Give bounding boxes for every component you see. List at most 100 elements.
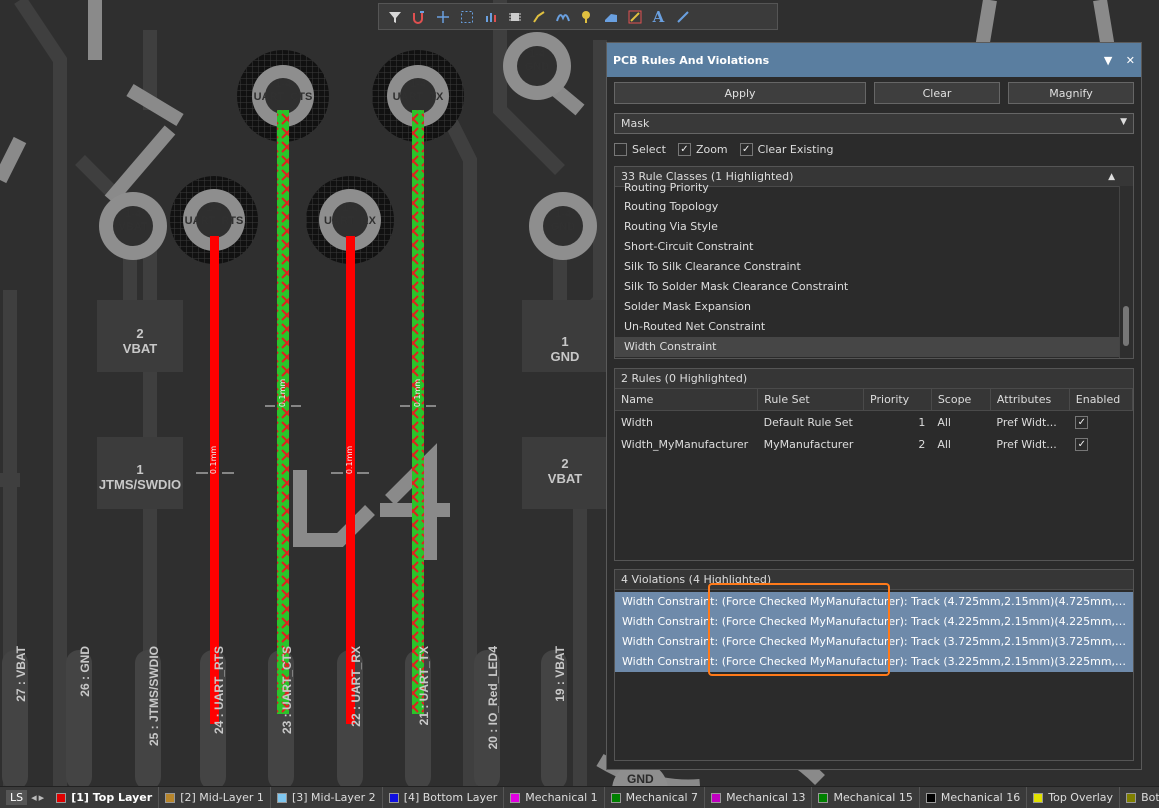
pad-number: 1-4 (410, 78, 426, 90)
layer-tab[interactable]: Mechanical 7 (605, 787, 706, 808)
layer-tab[interactable]: Mechanical 13 (705, 787, 813, 808)
pad-net: VBAT (118, 221, 148, 233)
smd-net: VBAT (122, 341, 158, 356)
clear-button[interactable]: Clear (874, 82, 1000, 104)
rules-cell-priority: 2 (918, 437, 926, 451)
rules-cell-attr: Pref Widt... (996, 437, 1057, 451)
layer-tab[interactable]: Top Overlay (1027, 787, 1121, 808)
panel-menu-icon[interactable]: ▼ (1104, 54, 1112, 67)
layer-color-swatch (510, 792, 521, 803)
mask-dropdown[interactable]: Mask ▼ (614, 113, 1134, 134)
rules-table-row[interactable]: Width Default Rule Set 1 All Pref Widt... ✓ (615, 411, 1133, 434)
rule-class-item[interactable]: Routing Priority (615, 182, 1133, 197)
rules-cell-scope: All (937, 437, 951, 451)
interactive-route-icon[interactable] (527, 6, 550, 28)
enabled-checkbox[interactable]: ✓ (1069, 433, 1132, 455)
pad-number: 1-4 (529, 48, 545, 60)
pcb-toolbar: A (378, 3, 778, 30)
rule-class-item[interactable]: Un-Routed Net Constraint (615, 317, 1133, 337)
panel-title-bar: PCB Rules And Violations ▼ ✕ (607, 43, 1141, 77)
layer-tabs-bar: LS ◂ ▸ [1] Top Layer [2] Mid-Layer 1 [3] M… (0, 786, 1159, 808)
pad-net: UART_CTS (253, 91, 313, 103)
select-checkbox[interactable]: Select (614, 142, 666, 156)
rules-column-header[interactable]: Rule Set (757, 389, 865, 411)
component-icon[interactable] (503, 6, 526, 28)
pad-label: 1-4 GND (497, 48, 577, 74)
layer-tab[interactable]: Mechanical 1 (504, 787, 605, 808)
layer-tab[interactable]: [4] Bottom Layer (383, 787, 505, 808)
polygon-icon[interactable] (599, 6, 622, 28)
rule-class-item[interactable]: Solder Mask Expansion (615, 297, 1133, 317)
magnify-button[interactable]: Magnify (1008, 82, 1134, 104)
layer-set-button[interactable]: LS (6, 790, 28, 805)
layer-tab[interactable]: [1] Top Layer (50, 787, 160, 808)
layer-next-icon[interactable]: ▸ (39, 791, 45, 804)
rule-classes-scrollbar[interactable] (1119, 186, 1133, 358)
dimension-label: 0.1mm (345, 445, 354, 475)
rules-column-header[interactable]: Priority (863, 389, 932, 411)
layer-color-swatch (925, 792, 936, 803)
layer-tab-label: Mechanical 1 (525, 791, 598, 804)
pad-label: 1-4 UART_RTS (174, 202, 254, 228)
dimension-icon[interactable] (623, 6, 646, 28)
rules-column-header[interactable]: Enabled (1069, 389, 1133, 411)
zoom-checkbox[interactable]: ✓ Zoom (677, 142, 728, 156)
rule-class-item[interactable]: Silk To Silk Clearance Constraint (615, 257, 1133, 277)
pad-label: 1-4 UART_CTS (243, 78, 323, 104)
pin-label: 25 : JTMS/SWDIO (147, 646, 161, 747)
panel-title: PCB Rules And Violations (613, 53, 770, 67)
layer-tab[interactable]: Mechanical 16 (920, 787, 1028, 808)
rule-class-item[interactable]: Routing Topology (615, 197, 1133, 217)
pad-number: 1-4 (125, 208, 141, 220)
pad-number: 1-4 (342, 202, 358, 214)
smd-number: 2 (136, 326, 144, 341)
layer-color-swatch (1033, 792, 1044, 803)
pin-label: 24 : UART_RTS (212, 646, 226, 735)
text-icon[interactable]: A (647, 6, 670, 28)
dimension-label: 0.1mm (209, 445, 218, 475)
smd-net: JTMS/SWDIO (98, 477, 182, 492)
rules-section: 2 Rules (0 Highlighted) Name Rule Set Prio… (614, 368, 1134, 561)
rules-column-header[interactable]: Attributes (990, 389, 1070, 411)
layer-tab[interactable]: Mechanical 15 (812, 787, 920, 808)
pad-net: GND (524, 61, 550, 73)
layer-tab-label: [1] Top Layer (71, 791, 153, 804)
rules-cell-priority: 1 (918, 415, 926, 429)
route-icon[interactable] (407, 6, 430, 28)
line-icon[interactable] (671, 6, 694, 28)
apply-button[interactable]: Apply (614, 82, 866, 104)
pin-label: 22 : UART_RX (349, 646, 363, 727)
pad-icon[interactable] (575, 6, 598, 28)
smd-number: 1 (136, 462, 144, 477)
rules-table-row[interactable]: Width_MyManufacturer MyManufacturer 2 All Pr… (615, 433, 1133, 455)
chevron-up-icon[interactable]: ▲ (1108, 172, 1115, 182)
smd-net: VBAT (547, 471, 583, 486)
enabled-checkbox[interactable]: ✓ (1069, 411, 1132, 434)
rule-class-item[interactable]: Routing Via Style (615, 217, 1133, 237)
rule-classes-section: 33 Rule Classes (1 Highlighted) ▲ Routin… (614, 166, 1134, 359)
chart-icon[interactable] (479, 6, 502, 28)
rule-class-item[interactable]: Silk To Solder Mask Clearance Constraint (615, 277, 1133, 297)
smd-pad-label: 1 JTMS/SWDIO (85, 462, 195, 492)
layer-tab-label: Mechanical 15 (833, 791, 913, 804)
filter-icon[interactable] (383, 6, 406, 28)
dimension-label: 0.1mm (278, 378, 287, 408)
rules-cell-name: Width (621, 415, 653, 429)
pad-number: 1-4 (206, 202, 222, 214)
select-rect-icon[interactable] (455, 6, 478, 28)
layer-tab[interactable]: [2] Mid-Layer 1 (159, 787, 271, 808)
rule-class-item[interactable]: Width Constraint (615, 337, 1133, 357)
pad-label: 1-4 VBAT (93, 208, 173, 234)
layer-prev-icon[interactable]: ◂ (31, 791, 37, 804)
cross-icon[interactable] (431, 6, 454, 28)
layer-tab[interactable]: Bottom (1120, 787, 1159, 808)
bottom-gnd-label: GND (627, 772, 654, 786)
close-icon[interactable]: ✕ (1126, 54, 1135, 67)
rule-class-item[interactable]: Short-Circuit Constraint (615, 237, 1133, 257)
clear-existing-checkbox[interactable]: ✓ Clear Existing (739, 142, 834, 156)
pad-label: 1-4 GND (523, 208, 603, 234)
rules-column-header[interactable]: Name (615, 389, 759, 411)
rules-column-header[interactable]: Scope (931, 389, 991, 411)
arc-icon[interactable] (551, 6, 574, 28)
layer-tab[interactable]: [3] Mid-Layer 2 (271, 787, 383, 808)
